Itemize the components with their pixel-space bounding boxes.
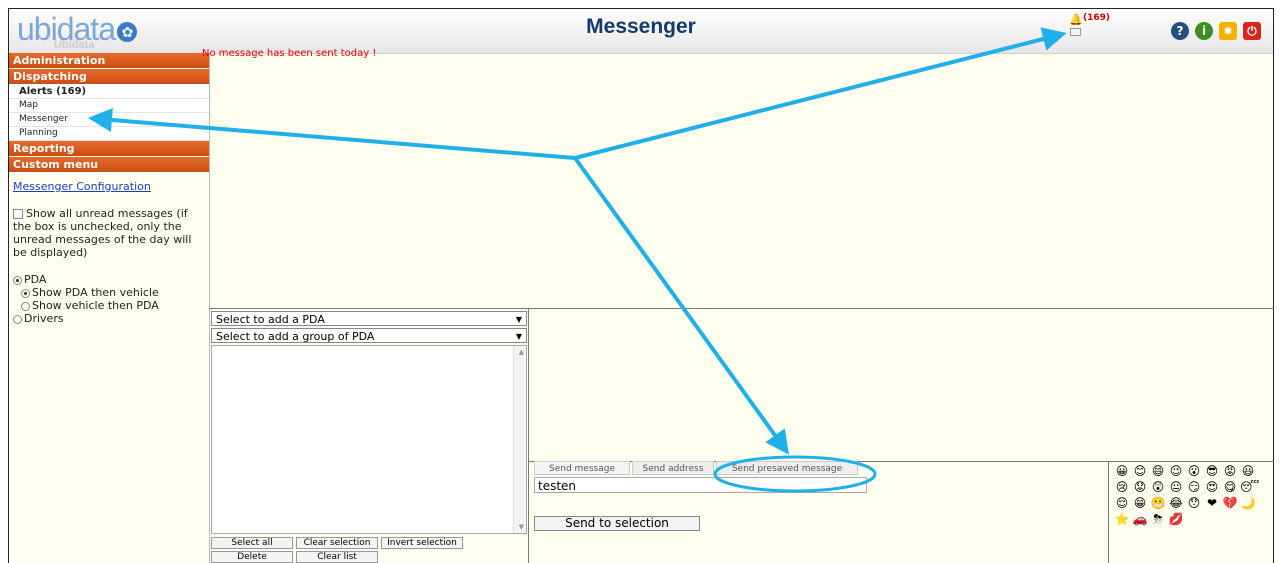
emoji-icon[interactable]: 😮	[1186, 464, 1202, 479]
tab-send-message[interactable]: Send message	[534, 461, 630, 475]
radio-pda-then-vehicle-label: Show PDA then vehicle	[32, 286, 159, 299]
logo-subtitle: Ubidata	[54, 39, 95, 51]
emoji-picker: 😀 😊 😄 😉 😮 😎 😡 😃 😢 😟 😲 😐 😏 😍 😋 😴 😌 😁 😬 😂 …	[1114, 464, 1264, 527]
emoji-icon[interactable]: ⛈	[1150, 512, 1166, 527]
emoji-icon[interactable]: 😍	[1204, 480, 1220, 495]
select-pda[interactable]: Select to add a PDA ▼	[211, 311, 527, 326]
no-message-notice: No message has been sent today !	[202, 48, 377, 59]
radio-pda-label: PDA	[24, 273, 47, 286]
emoji-icon[interactable]: 😊	[1132, 464, 1148, 479]
emoji-icon[interactable]: 💔	[1222, 496, 1238, 511]
radio-pda-vehicle-row: Show PDA then vehicle	[21, 286, 209, 299]
emoji-icon[interactable]: ❤	[1204, 496, 1220, 511]
emoji-icon[interactable]: 😐	[1168, 480, 1184, 495]
emoji-icon[interactable]: 😌	[1114, 496, 1130, 511]
emoji-icon[interactable]: 😟	[1132, 480, 1148, 495]
clear-list-button[interactable]: Clear list	[296, 551, 378, 563]
radio-pda-row: PDA	[13, 273, 209, 286]
nav-dispatching[interactable]: Dispatching	[9, 69, 209, 85]
emoji-icon[interactable]: 😂	[1168, 496, 1184, 511]
emoji-icon[interactable]: 😢	[1114, 480, 1130, 495]
power-icon[interactable]: ⏻	[1243, 22, 1261, 40]
radio-vehicle-pda-row: Show vehicle then PDA	[21, 299, 209, 312]
emoji-icon[interactable]: 😲	[1150, 480, 1166, 495]
select-all-button[interactable]: Select all	[211, 537, 293, 549]
delete-button[interactable]: Delete	[211, 551, 293, 563]
emoji-icon[interactable]: 😋	[1222, 480, 1238, 495]
divider-horizontal	[209, 308, 1274, 309]
radio-vehicle-then-pda-label: Show vehicle then PDA	[32, 299, 159, 312]
invert-selection-button[interactable]: Invert selection	[381, 537, 463, 549]
tab-send-presaved-message[interactable]: Send presaved message	[716, 461, 858, 475]
emoji-icon[interactable]: 😡	[1222, 464, 1238, 479]
show-unread-checkbox[interactable]	[13, 209, 23, 219]
nav-administration[interactable]: Administration	[9, 53, 209, 69]
emoji-icon[interactable]: 😁	[1132, 496, 1148, 511]
emoji-icon[interactable]: 😄	[1150, 464, 1166, 479]
radio-vehicle-then-pda[interactable]	[21, 301, 30, 311]
select-pda-group[interactable]: Select to add a group of PDA ▼	[211, 328, 527, 343]
settings-icon[interactable]: ✹	[1219, 22, 1237, 40]
info-icon[interactable]: i	[1195, 22, 1213, 40]
emoji-icon[interactable]: 😎	[1204, 464, 1220, 479]
emoji-icon[interactable]: 😴	[1240, 480, 1259, 495]
header-actions: ? i ✹ ⏻	[1171, 22, 1261, 40]
chevron-down-icon: ▼	[515, 315, 522, 324]
radio-pda-then-vehicle[interactable]	[21, 288, 30, 298]
emoji-icon[interactable]: 😬	[1150, 496, 1166, 511]
emoji-icon[interactable]: 💋	[1168, 512, 1184, 527]
sidebar: Administration Dispatching Alerts (169) …	[9, 53, 210, 563]
emoji-icon[interactable]: ⭐	[1114, 512, 1130, 527]
nav-item-planning[interactable]: Planning	[9, 127, 209, 141]
nav-item-alerts[interactable]: Alerts (169)	[9, 85, 209, 99]
radio-drivers-label: Drivers	[24, 312, 64, 325]
pda-selection-list[interactable]: ▲ ▼	[211, 345, 527, 534]
divider-emoji	[1108, 461, 1109, 563]
nav-item-map[interactable]: Map	[9, 99, 209, 113]
radio-pda[interactable]	[13, 275, 22, 285]
show-unread-label: Show all unread messages (if the box is …	[13, 207, 192, 259]
help-icon[interactable]: ?	[1171, 22, 1189, 40]
send-to-selection-button[interactable]: Send to selection	[534, 516, 700, 531]
clear-selection-button[interactable]: Clear selection	[296, 537, 378, 549]
emoji-icon[interactable]: 😀	[1114, 464, 1130, 479]
scroll-down-icon[interactable]: ▼	[519, 523, 524, 531]
emoji-icon[interactable]: 😉	[1168, 464, 1184, 479]
header-bar: ubidata ✿ Ubidata Messenger 🔔 (169) ? i ✹…	[9, 9, 1273, 54]
scroll-up-icon[interactable]: ▲	[519, 348, 524, 356]
radio-drivers[interactable]	[13, 314, 22, 324]
nav-item-messenger[interactable]: Messenger	[9, 113, 209, 127]
tab-send-address[interactable]: Send address	[632, 461, 714, 475]
emoji-icon[interactable]: 😃	[1240, 464, 1256, 479]
alerts-badge[interactable]: (169)	[1069, 13, 1110, 23]
radio-drivers-row: Drivers	[13, 312, 209, 325]
show-unread-option: Show all unread messages (if the box is …	[13, 207, 208, 259]
emoji-icon[interactable]: 🌙	[1240, 496, 1256, 511]
nav-reporting[interactable]: Reporting	[9, 141, 209, 157]
emoji-icon[interactable]: 🚗	[1132, 512, 1148, 527]
nav-custom-menu[interactable]: Custom menu	[9, 157, 209, 173]
chevron-down-icon: ▼	[515, 332, 522, 341]
mail-icon[interactable]	[1070, 28, 1081, 36]
emoji-icon[interactable]: 😏	[1186, 480, 1202, 495]
emoji-icon[interactable]: 😯	[1186, 496, 1202, 511]
presaved-message-select[interactable]: testen	[534, 477, 867, 493]
divider-vertical	[528, 308, 529, 563]
list-scrollbar[interactable]: ▲ ▼	[513, 346, 526, 533]
messenger-configuration-link[interactable]: Messenger Configuration	[13, 180, 209, 193]
